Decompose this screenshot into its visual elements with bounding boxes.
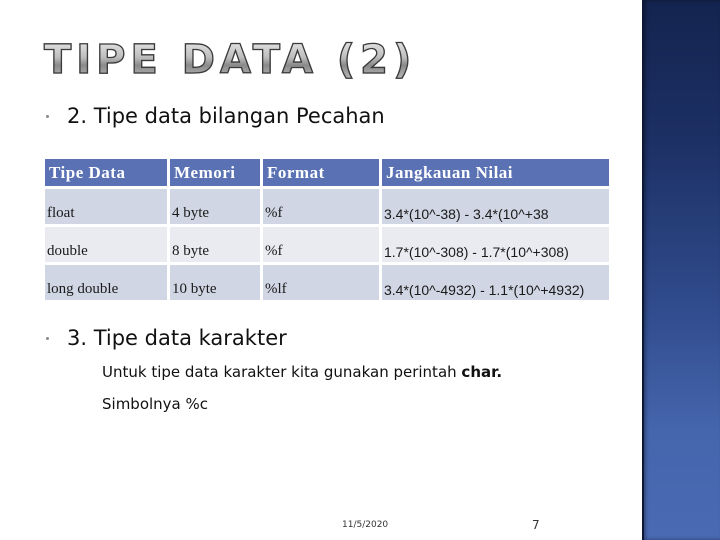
cell-type: double	[45, 227, 167, 262]
cell-memory: 8 byte	[170, 227, 260, 262]
slide-title: TIPE DATA (2)	[43, 34, 416, 86]
header-format: Format	[263, 159, 379, 186]
cell-memory: 4 byte	[170, 189, 260, 224]
cell-type: long double	[45, 265, 167, 300]
header-memori: Memori	[170, 159, 260, 186]
footer-date: 11/5/2020	[342, 520, 389, 530]
cell-format: %f	[263, 189, 379, 224]
char-description-text: Untuk tipe data karakter kita gunakan pe…	[102, 363, 462, 381]
footer-page-number: 7	[532, 518, 540, 532]
cell-range: 3.4*(10^-4932) - 1.1*(10^+4932)	[382, 265, 609, 300]
bullet-dot-icon	[46, 336, 49, 340]
bullet-pecahan: 2. Tipe data bilangan Pecahan	[46, 104, 385, 128]
table-row: double 8 byte %f 1.7*(10^-308) - 1.7*(10…	[45, 227, 609, 262]
table-row: float 4 byte %f 3.4*(10^-38) - 3.4*(10^+…	[45, 189, 609, 224]
bullet-text: 2. Tipe data bilangan Pecahan	[67, 104, 385, 128]
decorative-sidebar	[642, 0, 720, 540]
char-symbol: Simbolnya %c	[102, 395, 209, 413]
cell-range: 1.7*(10^-308) - 1.7*(10^+308)	[382, 227, 609, 262]
table-header-row: Tipe Data Memori Format Jangkauan Nilai	[45, 159, 609, 186]
char-description: Untuk tipe data karakter kita gunakan pe…	[102, 363, 502, 381]
cell-type: float	[45, 189, 167, 224]
data-type-table: Tipe Data Memori Format Jangkauan Nilai …	[42, 156, 612, 303]
cell-format: %f	[263, 227, 379, 262]
bullet-dot-icon	[46, 114, 49, 118]
cell-range: 3.4*(10^-38) - 3.4*(10^+38	[382, 189, 609, 224]
cell-memory: 10 byte	[170, 265, 260, 300]
cell-format: %lf	[263, 265, 379, 300]
slide: TIPE DATA (2) 2. Tipe data bilangan Peca…	[0, 0, 720, 540]
header-jangkauan-nilai: Jangkauan Nilai	[382, 159, 609, 186]
header-tipe-data: Tipe Data	[45, 159, 167, 186]
table-row: long double 10 byte %lf 3.4*(10^-4932) -…	[45, 265, 609, 300]
bullet-karakter: 3. Tipe data karakter	[46, 326, 287, 350]
char-keyword: char.	[461, 363, 503, 381]
bullet-text: 3. Tipe data karakter	[67, 326, 287, 350]
